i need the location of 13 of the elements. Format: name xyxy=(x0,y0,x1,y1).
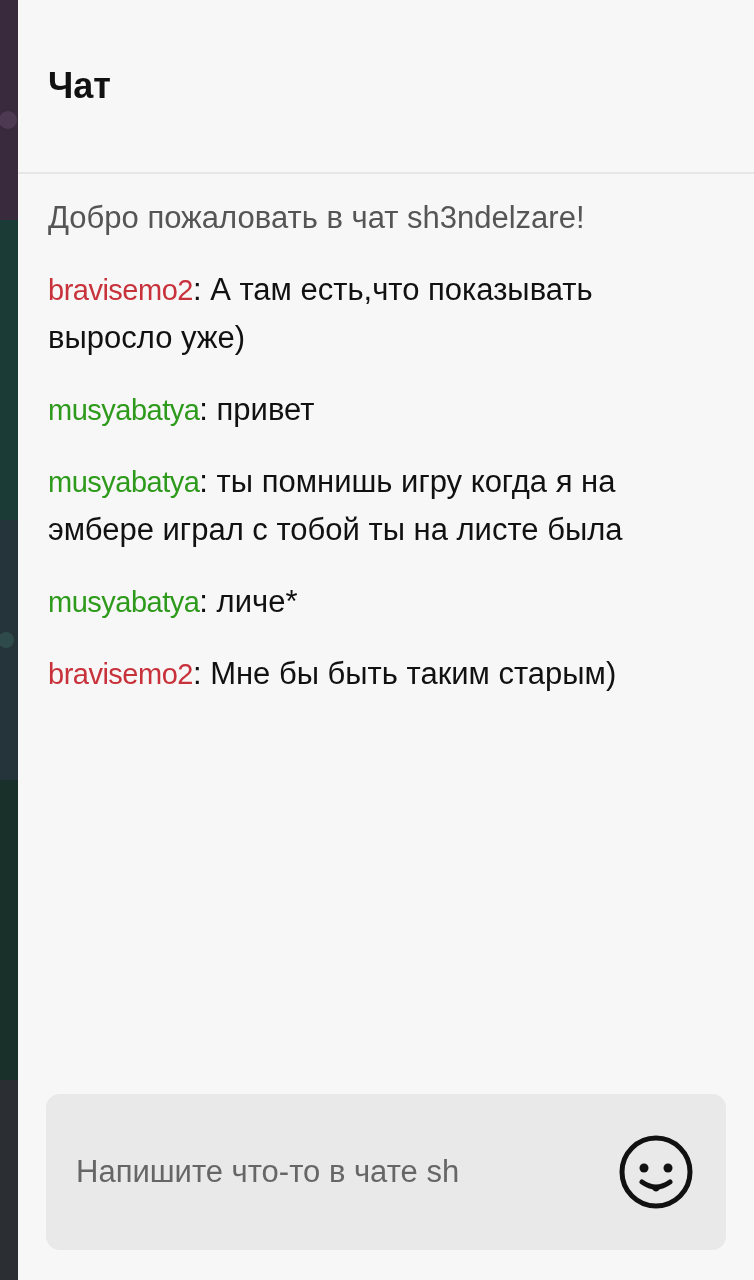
chat-message: bravisemo2: Мне бы быть таким старым) xyxy=(48,655,618,693)
chat-title: Чат xyxy=(48,65,111,107)
username[interactable]: musyabatya xyxy=(48,394,200,426)
chat-message: musyabatya: личе* xyxy=(48,583,299,621)
username[interactable]: bravisemo2 xyxy=(48,274,193,306)
welcome-message: Добро пожаловать в чат sh3ndelzare! xyxy=(48,199,586,237)
username[interactable]: musyabatya xyxy=(48,586,200,618)
chat-message: musyabatya: привет xyxy=(48,391,316,429)
username[interactable]: bravisemo2 xyxy=(48,658,193,690)
chat-message: bravisemo2: А там есть,что показывать выросло уже) xyxy=(48,271,594,357)
username[interactable]: musyabatya xyxy=(48,466,200,498)
chat-message: musyabatya: ты помнишь игру когда я на эмбере играл с тобой ты на листе была xyxy=(48,463,624,549)
message-input[interactable]: Напишите что-то в чате sh xyxy=(46,1094,726,1250)
